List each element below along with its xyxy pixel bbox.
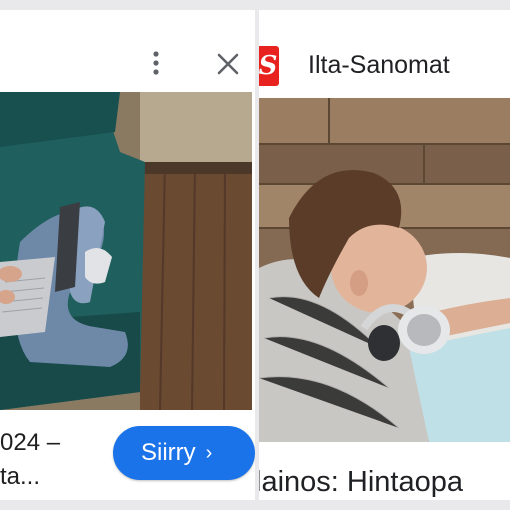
ilta-sanomat-logo: S [259,46,279,86]
right-headline[interactable]: lainos: Hintaopa [259,462,463,500]
more-vertical-icon[interactable] [146,48,166,78]
publisher-name[interactable]: Ilta-Sanomat [308,48,450,82]
left-headline[interactable]: 024 – ta... [0,426,120,494]
siirry-button[interactable]: Siirry › [113,426,255,480]
publisher-logo-letter: S [259,51,278,81]
left-headline-line-1: 024 – [0,429,61,456]
right-news-card[interactable]: S Ilta-Sanomat lainos: Hintaopa [259,10,510,500]
chevron-right-icon: › [205,441,213,464]
left-headline-line-2: ta... [0,463,41,490]
close-icon[interactable] [214,50,242,78]
siirry-button-label: Siirry [141,439,196,466]
laptop-on-sofa-photo[interactable] [0,92,252,410]
left-news-card[interactable]: 024 – ta... Siirry › [0,10,255,500]
man-with-headphones-photo[interactable] [259,98,510,442]
